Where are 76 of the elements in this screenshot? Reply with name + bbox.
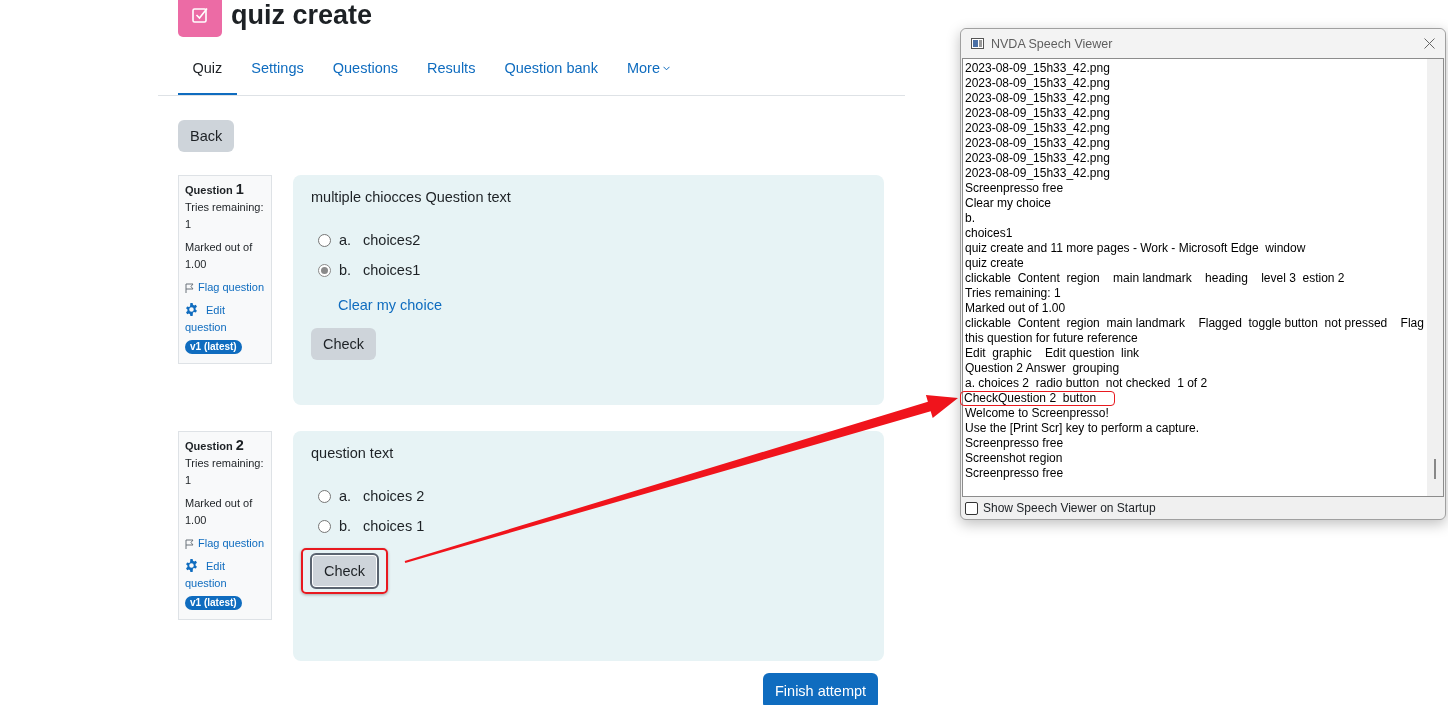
choice-letter: a. xyxy=(339,487,353,506)
radio-button[interactable] xyxy=(318,519,331,533)
flag-icon xyxy=(185,283,194,293)
speech-line: Welcome to Screenpresso! xyxy=(965,406,1110,421)
choice-letter: b. xyxy=(339,517,353,536)
speech-line: 2023-08-09_15h33_42.png xyxy=(965,166,1111,181)
scrollbar[interactable] xyxy=(1427,59,1443,496)
speech-line: b. xyxy=(965,211,976,226)
choice-label: choices1 xyxy=(363,261,421,280)
version-badge: v1 (latest) xyxy=(185,596,242,610)
back-button[interactable]: Back xyxy=(178,120,235,152)
clear-choice-link[interactable]: Clear my choice xyxy=(338,295,442,315)
nav-tab[interactable]: Settings xyxy=(236,43,319,95)
flag-icon xyxy=(185,539,194,549)
speech-line: Clear my choice xyxy=(965,196,1053,211)
window-icon xyxy=(971,38,984,49)
speech-line: quiz create xyxy=(965,256,1025,271)
page-title: quiz create xyxy=(231,0,373,31)
chevron-down-icon xyxy=(662,65,670,71)
speech-line: 2023-08-09_15h33_42.png xyxy=(965,76,1111,91)
choice-letter: a. xyxy=(339,231,353,250)
radio-button[interactable] xyxy=(318,263,331,277)
radio-button[interactable] xyxy=(318,233,331,247)
version-badge: v1 (latest) xyxy=(185,340,242,354)
speech-line: Tries remaining: 1 xyxy=(965,286,1062,301)
speech-line: clickable Content region main landmark Flagged toggle button not pressed Flag this question for future reference xyxy=(965,316,1425,346)
choice-label: choices 2 xyxy=(363,487,425,506)
settings-icon xyxy=(185,303,198,316)
edit-question-link[interactable]: Edit question xyxy=(185,558,265,592)
question-text: multiple chiocces Question text xyxy=(311,188,512,207)
close-icon[interactable] xyxy=(1424,38,1435,49)
tries-remaining: Tries remaining: 1 xyxy=(185,200,265,232)
tries-remaining: Tries remaining: 1 xyxy=(185,456,265,488)
flag-question-link[interactable]: Flag question xyxy=(198,535,265,552)
speech-line: Screenpresso free xyxy=(965,181,1065,196)
check-button[interactable]: Check xyxy=(310,553,380,589)
question-number: Question 2 xyxy=(185,437,245,455)
finish-attempt-button[interactable]: Finish attempt xyxy=(763,673,879,705)
flag-question-link[interactable]: Flag question xyxy=(198,279,265,296)
speech-line: quiz create and 11 more pages - Work - Microsoft Edge window xyxy=(965,241,1307,256)
speech-line: 2023-08-09_15h33_42.png xyxy=(965,61,1111,76)
marked-out-of: Marked out of 1.00 xyxy=(185,240,254,272)
window-title: NVDA Speech Viewer xyxy=(991,36,1114,51)
speech-line: Use the [Print Scr] key to perform a capture. xyxy=(965,421,1201,436)
speech-line: choices1 xyxy=(965,226,1014,241)
nav-tab[interactable]: Results xyxy=(412,43,490,95)
speech-line: Screenpresso free xyxy=(965,436,1065,451)
question-text: question text xyxy=(311,444,395,463)
settings-icon xyxy=(185,559,198,572)
nav-tab[interactable]: Quiz xyxy=(178,43,237,95)
speech-line: Screenshot region xyxy=(965,451,1064,466)
radio-button[interactable] xyxy=(318,489,331,503)
speech-line: 2023-08-09_15h33_42.png xyxy=(965,106,1111,121)
choice-label: choices 1 xyxy=(363,517,425,536)
marked-out-of: Marked out of 1.00 xyxy=(185,496,254,528)
nav-tab[interactable]: Question bank xyxy=(489,43,613,95)
speech-line: CheckQuestion 2 button xyxy=(964,391,1097,405)
check-button[interactable]: Check xyxy=(311,328,377,360)
speech-line: 2023-08-09_15h33_42.png xyxy=(965,121,1111,136)
nav-tab[interactable]: Questions xyxy=(318,43,413,95)
choice-letter: b. xyxy=(339,261,353,280)
speech-line: Question 2 Answer grouping xyxy=(965,361,1121,376)
checkbox[interactable] xyxy=(965,501,978,515)
speech-line: a. choices 2 radio button not checked 1 of 2 xyxy=(965,376,1209,391)
speech-line: Marked out of 1.00 xyxy=(965,301,1067,316)
speech-line: 2023-08-09_15h33_42.png xyxy=(965,136,1111,151)
question-number: Question 1 xyxy=(185,181,245,199)
choice-label: choices2 xyxy=(363,231,421,250)
nav-tab[interactable]: More xyxy=(612,43,685,95)
speech-line: clickable Content region main landmark heading level 3 estion 2 xyxy=(965,271,1346,286)
speech-line: Screenpresso free xyxy=(965,466,1065,481)
edit-question-link[interactable]: Edit question xyxy=(185,302,265,336)
checkbox-label: Show Speech Viewer on Startup xyxy=(983,501,1156,515)
speech-line: 2023-08-09_15h33_42.png xyxy=(965,151,1111,166)
speech-line: 2023-08-09_15h33_42.png xyxy=(965,91,1111,106)
speech-line: Edit graphic Edit question link xyxy=(965,346,1141,361)
